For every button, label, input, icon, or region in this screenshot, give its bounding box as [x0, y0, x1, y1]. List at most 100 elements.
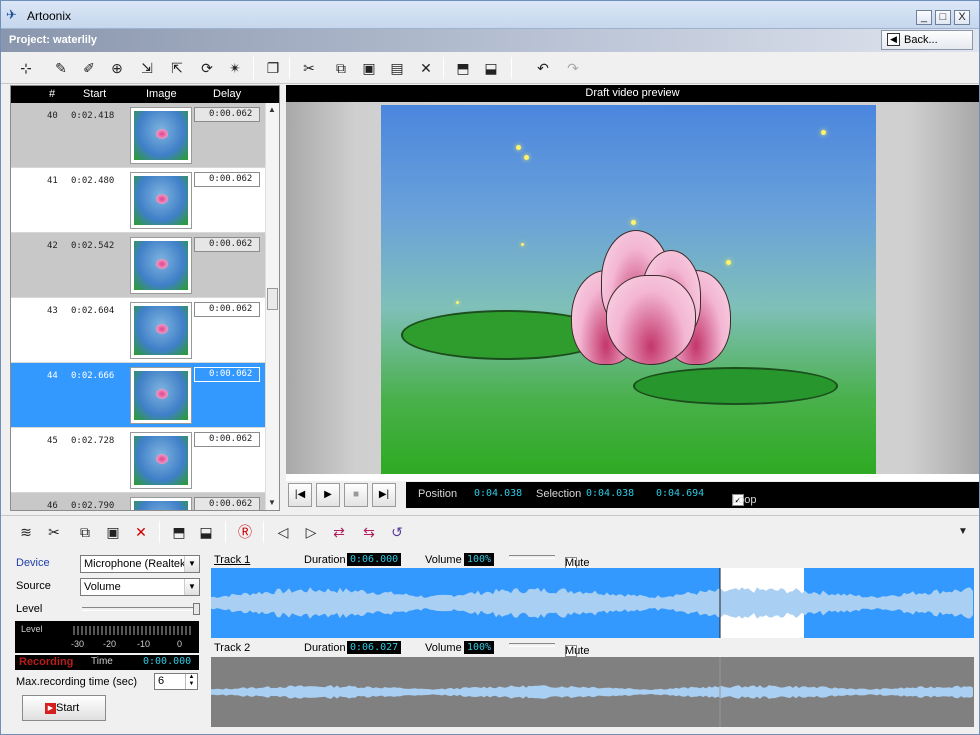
import-icon[interactable]: ⬒	[453, 58, 473, 78]
frame-number: 41	[47, 176, 58, 186]
frame-start: 0:02.604	[71, 306, 115, 316]
frame-number: 45	[47, 436, 58, 446]
frame-row[interactable]: 43 0:02.604 0:00.062	[11, 298, 265, 363]
frame-delay-field[interactable]: 0:00.062	[194, 107, 260, 122]
thumbnail-image	[134, 241, 188, 290]
frame-delay-field[interactable]: 0:00.062	[194, 302, 260, 317]
frame-row[interactable]: 42 0:02.542 0:00.062	[11, 233, 265, 298]
audio-cut-icon[interactable]: ✂	[44, 522, 64, 542]
device-select[interactable]: Microphone (Realtek H ▼	[80, 555, 200, 573]
toolbar-separator	[253, 57, 254, 79]
back-arrow-icon: ◀	[887, 33, 900, 46]
cut-icon[interactable]: ✂	[299, 58, 319, 78]
stop-button[interactable]: ■	[344, 483, 368, 507]
paste-special-icon[interactable]: ▤	[387, 58, 407, 78]
toolbar-separator	[263, 521, 264, 543]
close-button[interactable]: X	[954, 10, 970, 25]
frame-move-icon[interactable]: ⇲	[137, 58, 157, 78]
thumbnail-image	[134, 176, 188, 225]
preview-header: Draft video preview	[286, 85, 979, 102]
sparkle	[821, 130, 826, 135]
frame-export-icon[interactable]: ⇱	[167, 58, 187, 78]
position-readout: Position 0:04.038 Selection 0:04.038 0:0…	[406, 482, 979, 508]
brush-tool-icon[interactable]: ✐	[79, 58, 99, 78]
frame-refresh-icon[interactable]: ⟳	[197, 58, 217, 78]
scroll-up-icon[interactable]: ▲	[268, 105, 276, 114]
frame-thumbnail[interactable]	[130, 172, 192, 229]
frame-row[interactable]: 45 0:02.728 0:00.062	[11, 428, 265, 493]
frame-thumbnail[interactable]	[130, 107, 192, 164]
frame-row[interactable]: 41 0:02.480 0:00.062	[11, 168, 265, 233]
audio-paste-icon[interactable]: ▣	[103, 522, 123, 542]
frame-row[interactable]: 46 0:02.790 0:00.062	[11, 493, 265, 510]
frame-thumbnail[interactable]	[130, 237, 192, 294]
frame-delay-field[interactable]: 0:00.062	[194, 367, 260, 382]
volume-slider[interactable]	[509, 643, 555, 647]
record-start-icon: ▶	[45, 703, 56, 714]
frame-thumbnail[interactable]	[130, 302, 192, 359]
max-time-input[interactable]: 6 ▲ ▼	[154, 673, 198, 690]
play-button[interactable]: ▶	[316, 483, 340, 507]
layers-icon[interactable]: ❐	[263, 58, 283, 78]
track-name[interactable]: Track 1	[214, 554, 250, 566]
source-select[interactable]: Volume ▼	[80, 578, 200, 596]
device-label: Device	[16, 557, 50, 569]
effects-icon[interactable]: ✴	[225, 58, 245, 78]
undo-icon[interactable]: ↶	[533, 58, 553, 78]
frame-thumbnail[interactable]	[130, 497, 192, 510]
skip-end-button[interactable]: ▶|	[372, 483, 396, 507]
frame-row[interactable]: 44 0:02.666 0:00.062	[11, 363, 265, 428]
position-value: 0:04.038	[474, 488, 523, 499]
project-bar: Project: waterlily ◀ Back...	[1, 29, 979, 52]
track-name[interactable]: Track 2	[214, 642, 250, 654]
reverse-icon[interactable]: ↺	[387, 522, 407, 542]
spinner-icon[interactable]: ▲ ▼	[185, 674, 197, 689]
thumbnail-image	[134, 436, 188, 485]
selection-end: 0:04.694	[656, 488, 705, 499]
audio-wave-icon[interactable]: ≋	[16, 522, 36, 542]
track2-waveform[interactable]	[211, 657, 974, 727]
chevron-down-icon[interactable]: ▼	[953, 522, 973, 542]
audio-remove-icon[interactable]: ⬓	[196, 522, 216, 542]
start-record-button[interactable]: ▶ Start	[22, 695, 106, 721]
level-slider[interactable]	[82, 607, 200, 611]
fade-out-icon[interactable]: ▷	[301, 522, 321, 542]
frame-row[interactable]: 40 0:02.418 0:00.062	[11, 103, 265, 168]
frames-scrollbar[interactable]: ▲ ▼	[265, 103, 279, 510]
delete-icon[interactable]: ✕	[416, 58, 436, 78]
skip-start-button[interactable]: |◀	[288, 483, 312, 507]
frame-delay-field[interactable]: 0:00.062	[194, 172, 260, 187]
frame-number: 40	[47, 111, 58, 121]
amplify-icon[interactable]: ⇄	[329, 522, 349, 542]
paste-icon[interactable]: ▣	[359, 58, 379, 78]
scroll-thumb[interactable]	[267, 288, 278, 310]
minimize-button[interactable]: _	[916, 10, 932, 25]
add-frame-icon[interactable]: ⊹	[16, 58, 36, 78]
level-meter: Level -30 -20 -10 0	[15, 621, 199, 653]
normalize-icon[interactable]: ⇆	[359, 522, 379, 542]
frame-add-icon[interactable]: ⊕	[107, 58, 127, 78]
track1-waveform[interactable]	[211, 568, 974, 638]
remove-icon[interactable]: ⬓	[481, 58, 501, 78]
volume-value: 100%	[464, 553, 495, 566]
playback-controls: |◀ ▶ ■ ▶| Position 0:04.038 Selection 0:…	[286, 481, 979, 511]
audio-import-icon[interactable]: ⬒	[169, 522, 189, 542]
maximize-button[interactable]: □	[935, 10, 951, 25]
lily-pad	[633, 367, 838, 405]
frame-thumbnail[interactable]	[130, 432, 192, 489]
scroll-down-icon[interactable]: ▼	[268, 498, 276, 507]
back-button[interactable]: ◀ Back...	[881, 30, 973, 50]
frame-thumbnail[interactable]	[130, 367, 192, 424]
pen-tool-icon[interactable]: ✎	[51, 58, 71, 78]
copy-icon[interactable]: ⧉	[331, 58, 351, 78]
fade-in-icon[interactable]: ◁	[273, 522, 293, 542]
level-slider-thumb[interactable]	[193, 603, 200, 615]
record-icon[interactable]: Ⓡ	[235, 522, 255, 542]
audio-delete-icon[interactable]: ✕	[131, 522, 151, 542]
volume-slider[interactable]	[509, 555, 555, 559]
meter-tick: -20	[103, 639, 117, 649]
frame-delay-field[interactable]: 0:00.062	[194, 237, 260, 252]
frame-delay-field[interactable]: 0:00.062	[194, 497, 260, 510]
audio-copy-icon[interactable]: ⧉	[75, 522, 95, 542]
frame-delay-field[interactable]: 0:00.062	[194, 432, 260, 447]
